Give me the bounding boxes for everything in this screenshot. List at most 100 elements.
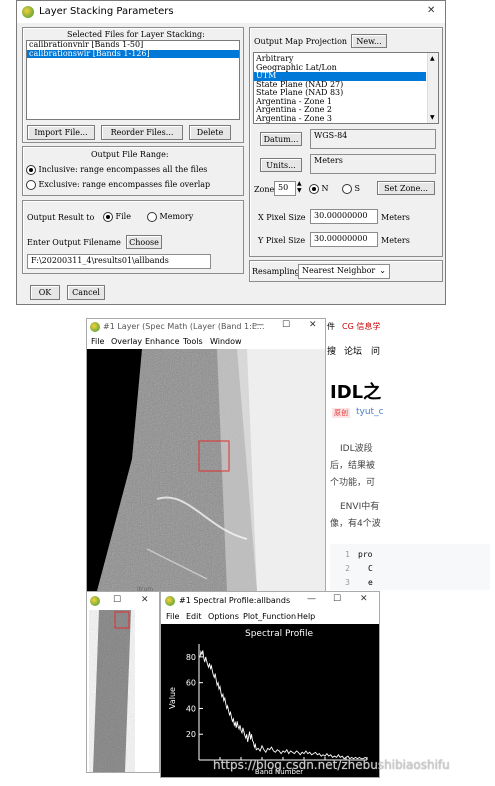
delete-button[interactable]: Delete <box>189 125 231 140</box>
projection-item[interactable]: Argentina - Zone 3 <box>254 114 438 124</box>
selected-files-list[interactable]: calibrationvnir [Bands 1-50] calibration… <box>26 40 240 120</box>
menu-enhance[interactable]: Enhance <box>145 337 180 346</box>
file-option[interactable]: File <box>103 212 131 222</box>
output-result-group: Output Result to File Memory Enter Outpu… <box>22 200 244 274</box>
menu-file[interactable]: File <box>91 337 104 346</box>
page-top-partial: 件 <box>327 322 335 331</box>
nav-partial: 搜 <box>327 347 337 357</box>
y-tick-label: 40 <box>186 704 196 713</box>
zone-label: Zone <box>254 185 275 194</box>
set-zone-button[interactable]: Set Zone... <box>377 181 435 195</box>
file-radio[interactable] <box>103 212 113 222</box>
output-filename-field[interactable]: F:\20200311_4\results01\allbands <box>27 254 211 269</box>
menu-edit[interactable]: Edit <box>186 612 202 621</box>
projection-scrollbar[interactable]: ▲ ▼ <box>427 53 438 123</box>
north-radio[interactable] <box>309 184 319 194</box>
y-pixel-size-label: Y Pixel Size <box>258 236 306 245</box>
ok-button[interactable]: OK <box>30 285 60 300</box>
inclusive-radio[interactable] <box>26 165 36 175</box>
y-pixel-size-field[interactable]: 30.00000000 <box>310 232 378 247</box>
cg-brand: CG 信息学 <box>342 322 381 331</box>
scroll-down-icon[interactable]: ▼ <box>430 114 435 123</box>
dialog-title-bar: Layer Stacking Parameters ✕ <box>17 1 445 23</box>
output-file-range-group: Output File Range: Inclusive: range enco… <box>22 146 244 196</box>
satellite-image[interactable] <box>87 349 325 591</box>
close-icon[interactable]: ✕ <box>427 5 435 16</box>
menu-options[interactable]: Options <box>208 612 239 621</box>
menu-file[interactable]: File <box>166 612 179 621</box>
memory-option-label: Memory <box>159 212 194 221</box>
image-window: #1 Layer (Spec Math (Layer (Band 1:E... … <box>86 318 326 591</box>
cancel-button[interactable]: Cancel <box>67 285 105 300</box>
y-pixel-units-label: Meters <box>381 236 410 245</box>
close-icon[interactable]: ✕ <box>360 594 368 604</box>
south-option[interactable]: S <box>342 184 360 194</box>
scroll-window-label: itrum <box>137 586 154 593</box>
menu-window[interactable]: Window <box>210 337 242 346</box>
close-icon[interactable]: ✕ <box>309 320 317 330</box>
menu-tools[interactable]: Tools <box>183 337 203 346</box>
nav-link-forum[interactable]: 论坛 <box>344 344 362 357</box>
units-button[interactable]: Units... <box>260 158 302 172</box>
scroll-window: ☐ ✕ itrum <box>86 586 160 773</box>
south-radio[interactable] <box>342 184 352 194</box>
x-pixel-size-label: X Pixel Size <box>258 213 306 222</box>
minimize-icon[interactable]: — <box>307 594 316 604</box>
datum-field: WGS-84 <box>310 129 436 149</box>
chart-y-axis-label: Value <box>168 687 177 709</box>
menu-overlay[interactable]: Overlay <box>111 337 142 346</box>
close-icon[interactable]: ✕ <box>141 595 149 605</box>
image-menu-bar: File Overlay Enhance Tools Window <box>87 336 325 348</box>
x-pixel-size-field[interactable]: 30.00000000 <box>310 209 378 224</box>
menu-plot-function[interactable]: Plot_Function <box>243 612 296 621</box>
memory-option[interactable]: Memory <box>147 212 193 222</box>
projection-list[interactable]: Arbitrary Geographic Lat/Lon UTM State P… <box>253 52 439 124</box>
zone-spinner-icon[interactable]: ▲ ▼ <box>297 180 302 194</box>
image-title-bar: #1 Layer (Spec Math (Layer (Band 1:E... … <box>87 319 325 335</box>
envi-logo-icon <box>22 6 34 18</box>
original-tag: 原创 <box>332 408 350 418</box>
envi-logo-icon <box>90 596 100 606</box>
maximize-icon[interactable]: ☐ <box>282 320 290 330</box>
y-tick-label: 80 <box>186 653 196 662</box>
choose-button[interactable]: Choose <box>126 235 162 249</box>
memory-radio[interactable] <box>147 212 157 222</box>
author-name[interactable]: tyut_c <box>356 407 384 417</box>
menu-help[interactable]: Help <box>297 612 315 621</box>
projection-item[interactable]: Geographic Lat/Lon <box>254 63 438 73</box>
envi-logo-icon <box>90 322 100 332</box>
code-line: 3e <box>345 578 373 587</box>
inclusive-label: Inclusive: range encompasses all the fil… <box>38 165 208 174</box>
resampling-select[interactable]: Nearest Neighbor ⌄ <box>298 264 390 279</box>
inclusive-option[interactable]: Inclusive: range encompasses all the fil… <box>26 165 207 175</box>
units-field: Meters <box>310 154 436 174</box>
output-filename-label: Enter Output Filename <box>27 238 121 247</box>
projection-group: Output Map Projection New... Arbitrary G… <box>249 27 443 257</box>
code-line: 1 pro <box>345 550 373 559</box>
south-label: S <box>354 184 361 193</box>
spectral-profile-chart[interactable]: Spectral Profile Value Band Number 20406… <box>161 624 379 777</box>
scroll-up-icon[interactable]: ▲ <box>430 55 435 64</box>
datum-button[interactable]: Datum... <box>260 132 302 146</box>
exclusive-option[interactable]: Exclusive: range encompasses file overla… <box>26 180 210 190</box>
file-item-swir[interactable]: calibrationswir [Bands 1-126] <box>27 49 239 58</box>
reorder-files-button[interactable]: Reorder Files... <box>101 125 183 140</box>
file-option-label: File <box>115 212 131 221</box>
exclusive-radio[interactable] <box>26 180 36 190</box>
nav-link-question[interactable]: 问 <box>371 344 380 357</box>
zone-field[interactable]: 50 <box>274 181 296 196</box>
spectral-title-bar: #1 Spectral Profile:allbands — ☐ ✕ <box>161 592 379 610</box>
image-window-title: #1 Layer (Spec Math (Layer (Band 1:E... <box>103 322 265 331</box>
maximize-icon[interactable]: ☐ <box>333 594 341 604</box>
scroll-overview-image[interactable] <box>87 610 159 772</box>
import-file-button[interactable]: Import File... <box>27 125 95 140</box>
maximize-icon[interactable]: ☐ <box>113 595 121 605</box>
north-option[interactable]: N <box>309 184 329 194</box>
minimize-icon[interactable]: — <box>255 320 264 330</box>
code-block: 1 pro 2C 3e <box>330 544 490 590</box>
selected-files-group: Selected Files for Layer Stacking: calib… <box>22 27 244 143</box>
resampling-label: Resampling <box>252 267 300 276</box>
article-paragraph-2: ENVI中有 像，有4个波 <box>330 502 381 529</box>
spectral-window-title: #1 Spectral Profile:allbands <box>179 596 291 605</box>
new-projection-button[interactable]: New... <box>351 34 387 48</box>
